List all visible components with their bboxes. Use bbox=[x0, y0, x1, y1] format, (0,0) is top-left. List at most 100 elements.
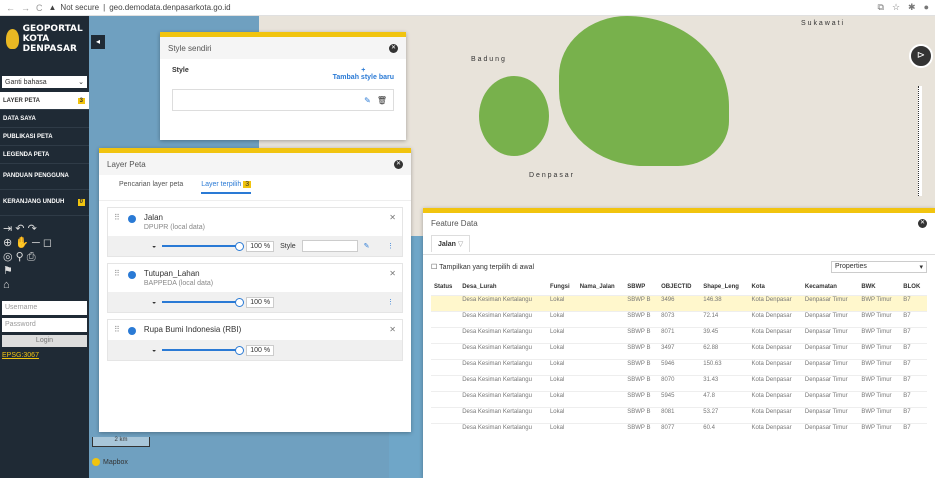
redo-icon[interactable]: ↷ bbox=[28, 223, 37, 235]
star-icon[interactable]: ☆ bbox=[892, 2, 900, 13]
extension-icon[interactable]: ✱ bbox=[908, 2, 916, 13]
forward-icon[interactable]: → bbox=[21, 3, 30, 13]
feature-panel: Feature Data ✕ Jalan ▽ ☐ Tampilkan yang … bbox=[423, 208, 935, 478]
style-select[interactable] bbox=[301, 240, 358, 252]
column-header[interactable]: OBJECTID bbox=[658, 279, 700, 295]
close-icon[interactable]: ✕ bbox=[394, 159, 403, 169]
table-cell: Denpasar Timur bbox=[801, 422, 859, 439]
column-header[interactable]: Shape_Leng bbox=[700, 279, 748, 295]
back-icon[interactable]: ← bbox=[6, 3, 15, 13]
opacity-value[interactable]: 100 % bbox=[246, 344, 275, 356]
sidebar-item-keranjang[interactable]: KERANJANG UNDUH 0 bbox=[0, 190, 89, 216]
add-style-button[interactable]: + Tambah style baru bbox=[333, 67, 394, 81]
line-icon[interactable]: ─ bbox=[32, 237, 40, 249]
info-icon[interactable]: ◎ bbox=[3, 251, 13, 263]
sidebar-item-publikasi-peta[interactable]: PUBLIKASI PETA bbox=[0, 128, 89, 146]
edit-icon[interactable]: ✎ bbox=[364, 96, 371, 105]
sidebar-item-data-saya[interactable]: DATA SAYA bbox=[0, 110, 89, 128]
close-icon[interactable]: ✕ bbox=[918, 218, 927, 228]
location-icon[interactable]: ⚑ bbox=[3, 265, 13, 277]
column-header[interactable]: BLOK bbox=[900, 279, 927, 295]
table-row[interactable]: Desa Kesiman Kertalangu Lokal SBWP B 3497 62… bbox=[431, 342, 927, 359]
edit-icon[interactable]: ✎ bbox=[364, 242, 370, 250]
username-field[interactable]: Username bbox=[2, 301, 87, 315]
remove-layer-icon[interactable]: ✕ bbox=[389, 325, 396, 334]
column-header[interactable]: Nama_Jalan bbox=[577, 279, 625, 295]
column-header[interactable]: SBWP bbox=[624, 279, 658, 295]
table-row[interactable]: Desa Kesiman Kertalangu Lokal SBWP B 8077 60… bbox=[431, 422, 927, 439]
collapse-sidebar-button[interactable]: ◂ bbox=[91, 35, 105, 49]
table-row[interactable]: Desa Kesiman Kertalangu Lokal SBWP B 8073 72… bbox=[431, 310, 927, 327]
table-row[interactable]: Desa Kesiman Kertalangu Lokal SBWP B 8071 39… bbox=[431, 326, 927, 343]
link-icon[interactable]: ⚲ bbox=[16, 251, 24, 263]
address-bar[interactable]: ▲ Not secure | geo.demodata.denpasarkota… bbox=[49, 3, 231, 12]
table-cell: Desa Kesiman Kertalangu bbox=[459, 294, 547, 311]
reload-icon[interactable]: C bbox=[36, 3, 43, 13]
drag-handle-icon[interactable]: ⠿ bbox=[114, 325, 120, 334]
visibility-icon[interactable] bbox=[127, 271, 136, 279]
table-cell bbox=[576, 422, 625, 439]
opacity-slider[interactable] bbox=[162, 298, 245, 307]
measure-icon[interactable]: ⇥ bbox=[3, 223, 12, 235]
logo[interactable]: GEOPORTAL KOTA DENPASAR bbox=[0, 16, 89, 62]
more-icon[interactable]: ⋮ bbox=[387, 298, 394, 306]
sidebar-item-panduan[interactable]: PANDUAN PENGGUNA bbox=[0, 164, 89, 190]
url-text: geo.demodata.denpasarkota.go.id bbox=[109, 3, 231, 12]
properties-select[interactable]: Properties ▾ bbox=[831, 261, 927, 273]
attribution[interactable]: Mapbox bbox=[92, 458, 128, 466]
tab-selected-layers[interactable]: Layer terpilih 3 bbox=[201, 181, 252, 194]
table-cell bbox=[576, 326, 625, 343]
visibility-icon[interactable] bbox=[127, 215, 136, 223]
opacity-slider[interactable] bbox=[162, 242, 245, 251]
table-cell: Lokal bbox=[546, 342, 577, 359]
sidebar-item-legenda-peta[interactable]: LEGENDA PETA bbox=[0, 146, 89, 164]
delete-icon[interactable]: 🗑 bbox=[377, 96, 387, 105]
layers-tool-icon[interactable]: ⌂ bbox=[3, 279, 10, 291]
opacity-icon: ◒ bbox=[152, 346, 157, 354]
column-header[interactable]: Kecamatan bbox=[802, 279, 858, 295]
layer-controls: ◒ 100 % Style ✎ ⋮ bbox=[108, 236, 402, 256]
remove-layer-icon[interactable]: ✕ bbox=[389, 213, 396, 222]
opacity-slider[interactable] bbox=[162, 346, 245, 355]
column-header[interactable]: Desa_Lurah bbox=[459, 279, 547, 295]
remove-layer-icon[interactable]: ✕ bbox=[389, 269, 396, 278]
table-cell: 8081 bbox=[658, 406, 701, 423]
opacity-value[interactable]: 100 % bbox=[246, 296, 275, 308]
column-header[interactable]: BWK bbox=[858, 279, 900, 295]
column-header[interactable]: Fungsi bbox=[547, 279, 577, 295]
column-header[interactable]: Status bbox=[431, 279, 459, 295]
login-button[interactable]: Login bbox=[2, 335, 87, 347]
visibility-icon[interactable] bbox=[127, 327, 136, 335]
profile-icon[interactable]: ● bbox=[924, 2, 929, 13]
zoom-slider[interactable] bbox=[918, 86, 922, 196]
table-row[interactable]: Desa Kesiman Kertalangu Lokal SBWP B 3496 14… bbox=[431, 294, 927, 311]
drag-handle-icon[interactable]: ⠿ bbox=[114, 269, 120, 278]
share-icon[interactable]: ⧉ bbox=[878, 2, 884, 13]
print-icon[interactable]: ⎙ bbox=[27, 251, 36, 263]
column-header[interactable]: Kota bbox=[749, 279, 802, 295]
drag-handle-icon[interactable]: ⠿ bbox=[114, 213, 120, 222]
filter-icon[interactable]: ▽ bbox=[458, 241, 463, 248]
close-icon[interactable]: ✕ bbox=[389, 43, 398, 53]
password-field[interactable]: Password bbox=[2, 318, 87, 332]
opacity-value[interactable]: 100 % bbox=[246, 240, 275, 252]
table-row[interactable]: Desa Kesiman Kertalangu Lokal SBWP B 5945 47… bbox=[431, 390, 927, 407]
table-row[interactable]: Desa Kesiman Kertalangu Lokal SBWP B 8081 53… bbox=[431, 406, 927, 423]
area-icon[interactable]: ◻ bbox=[43, 237, 52, 249]
epsg-link[interactable]: EPSG:3067 bbox=[0, 350, 89, 361]
zoom-box-icon[interactable]: ⊕ bbox=[3, 237, 12, 249]
compass-control[interactable]: ⊳ bbox=[909, 44, 933, 68]
tab-search-layers[interactable]: Pencarian layer peta bbox=[119, 181, 183, 194]
show-selected-checkbox[interactable]: ☐ Tampilkan yang terpilih di awal bbox=[431, 263, 534, 271]
more-icon[interactable]: ⋮ bbox=[387, 242, 394, 250]
table-cell: Kota Denpasar bbox=[748, 406, 802, 423]
tab-jalan[interactable]: Jalan ▽ bbox=[431, 235, 471, 252]
language-select[interactable]: Ganti bahasa ⌄ bbox=[2, 76, 87, 88]
sidebar-item-layer-peta[interactable]: LAYER PETA 3 bbox=[0, 92, 89, 110]
table-row[interactable]: Desa Kesiman Kertalangu Lokal SBWP B 5946 15… bbox=[431, 358, 927, 375]
table-row[interactable]: Desa Kesiman Kertalangu Lokal SBWP B 8070 31… bbox=[431, 374, 927, 391]
undo-icon[interactable]: ↶ bbox=[15, 223, 24, 235]
table-cell bbox=[576, 294, 625, 311]
layer-tabs: Pencarian layer peta Layer terpilih 3 bbox=[99, 175, 411, 201]
pan-icon[interactable]: ✋ bbox=[15, 237, 29, 249]
